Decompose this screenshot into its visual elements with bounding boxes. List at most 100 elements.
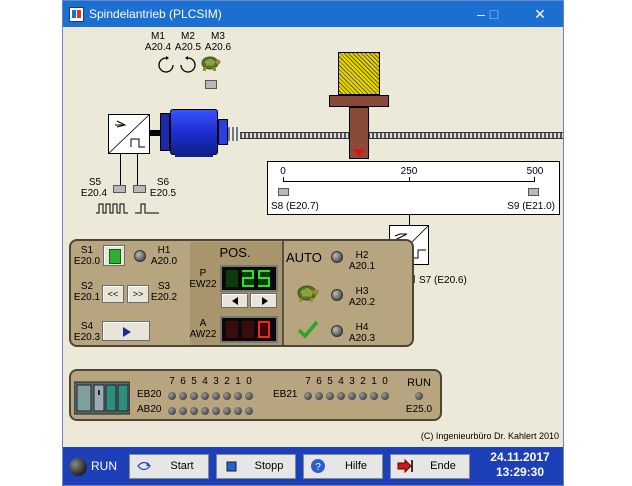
h2-addr: A20.1 [348, 261, 376, 272]
s1-addr: E20.0 [73, 256, 101, 267]
s3-forward-button[interactable]: >> [127, 285, 149, 303]
end-button[interactable]: Ende [390, 454, 470, 479]
eb21-label: EB21 [273, 389, 298, 400]
io-bit-led [304, 392, 312, 400]
io-bit-led [337, 392, 345, 400]
bit-label: 7 [305, 376, 311, 387]
step-signal-icon [135, 203, 159, 214]
close-button[interactable]: ✕ [527, 4, 553, 24]
position-actual-display [220, 316, 278, 343]
h3-name: H3 [355, 286, 369, 297]
m3-indicator [205, 80, 217, 89]
io-bit-led [381, 392, 389, 400]
scale-min: 0 [280, 166, 286, 177]
bit-label: 6 [180, 376, 186, 387]
position-pointer-icon [353, 149, 365, 157]
io-bit-led [348, 392, 356, 400]
eb20-label: EB20 [137, 389, 162, 400]
io-bit-led [212, 392, 220, 400]
io-bit-led [326, 392, 334, 400]
io-bit-led [212, 407, 220, 415]
s6-switch [133, 185, 146, 193]
io-bit-led [359, 392, 367, 400]
time-display: 13:29:30 [495, 465, 545, 479]
bit-label: 0 [382, 376, 388, 387]
h1-name: H1 [157, 245, 171, 256]
help-button[interactable]: ? Hilfe [303, 454, 383, 479]
wire [137, 154, 138, 185]
run-status-lamp [69, 458, 87, 476]
e25-label: E25.0 [405, 404, 433, 415]
motor [170, 109, 218, 155]
bit-label: 7 [169, 376, 175, 387]
m1-addr: A20.4 [144, 42, 172, 53]
s4-addr: E20.3 [73, 332, 101, 343]
motor-flange [218, 119, 228, 145]
h3-addr: A20.2 [348, 297, 376, 308]
svg-text:?: ? [315, 462, 321, 473]
m2-name: M2 [181, 31, 195, 42]
coupling [228, 127, 240, 141]
io-bit-led [315, 392, 323, 400]
m3-addr: A20.6 [204, 42, 232, 53]
io-bit-led [370, 392, 378, 400]
run-lamp [415, 392, 423, 400]
start-green-icon [109, 249, 121, 264]
h4-lamp [331, 325, 343, 337]
motor-shaft [150, 130, 160, 136]
s8-switch [278, 188, 289, 196]
bit-label: 4 [202, 376, 208, 387]
s2-back-button[interactable]: << [102, 285, 124, 303]
app-icon [69, 7, 84, 22]
bit-label: 3 [349, 376, 355, 387]
p-addr: EW22 [189, 279, 217, 290]
maximize-button[interactable]: □ [481, 4, 507, 24]
s2-name: S2 [80, 281, 94, 292]
io-bit-led [223, 407, 231, 415]
wire [409, 215, 410, 225]
s4-name: S4 [80, 321, 94, 332]
io-bit-led [179, 407, 187, 415]
p-label: P [199, 268, 207, 279]
h1-lamp [134, 250, 146, 262]
io-bit-led [179, 392, 187, 400]
s5-addr: E20.4 [80, 188, 108, 199]
position-increase-button[interactable] [250, 293, 277, 308]
scale-tick [534, 177, 535, 182]
scale-mid: 250 [400, 166, 418, 177]
turtle-icon [201, 56, 221, 71]
checkmark-icon [297, 320, 319, 339]
bit-label: 0 [246, 376, 252, 387]
ab20-label: AB20 [137, 404, 162, 415]
s6-name: S6 [156, 177, 170, 188]
s4-button[interactable] [102, 321, 150, 341]
stop-button[interactable]: Stopp [216, 454, 296, 479]
stop-icon [226, 461, 237, 472]
rotate-cw-icon [180, 56, 196, 73]
arrow-left-icon [232, 297, 238, 305]
frequency-converter [108, 114, 150, 154]
h2-name: H2 [355, 250, 369, 261]
scale-tick [283, 177, 284, 182]
panel-divider [282, 241, 284, 345]
arrow-right-icon [262, 297, 268, 305]
io-bit-led [234, 407, 242, 415]
position-setpoint-display [220, 265, 278, 292]
position-decrease-button[interactable] [221, 293, 248, 308]
io-bit-led [168, 392, 176, 400]
stop-label: Stopp [254, 460, 284, 472]
h1-addr: A20.0 [150, 256, 178, 267]
play-icon [123, 327, 131, 337]
io-bit-led [234, 392, 242, 400]
rotate-ccw-icon [158, 56, 174, 73]
s1-button[interactable] [103, 245, 125, 266]
window-title: Spindelantrieb (PLCSIM) [89, 7, 222, 21]
io-bit-led [201, 407, 209, 415]
io-bit-led [168, 407, 176, 415]
a-addr: AW22 [189, 329, 217, 340]
s5-name: S5 [88, 177, 102, 188]
pos-title: POS. [219, 245, 251, 260]
start-button[interactable]: Start [129, 454, 209, 479]
h3-lamp [331, 289, 343, 301]
copyright: (C) Ingenieurbüro Dr. Kahlert 2010 [420, 431, 559, 441]
